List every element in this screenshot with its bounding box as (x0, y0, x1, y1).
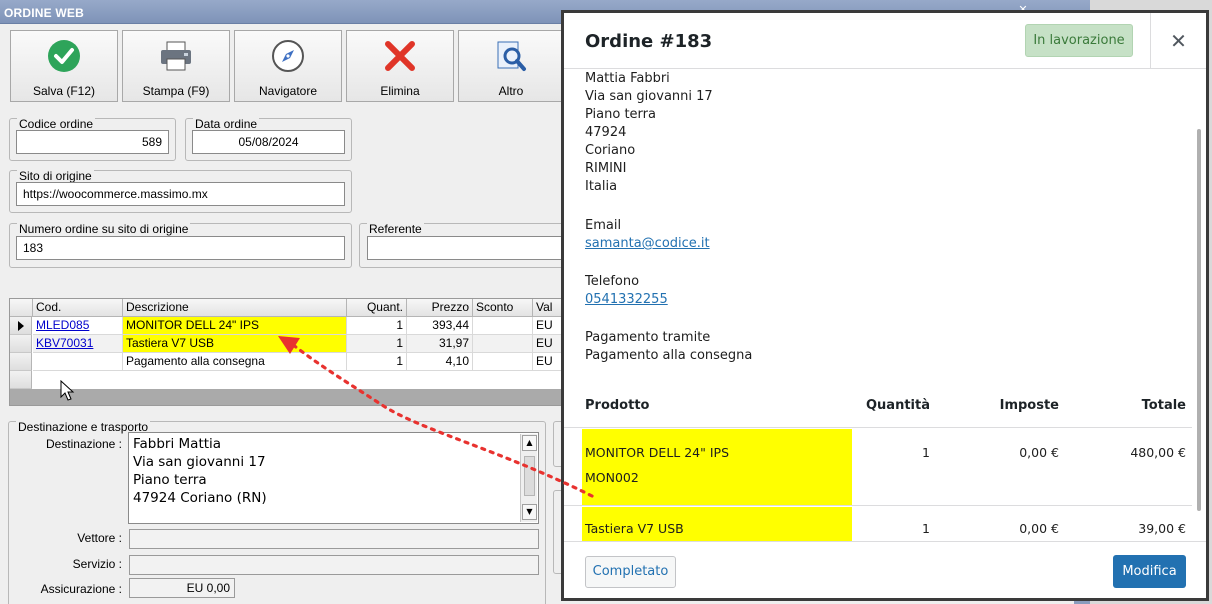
annotation-arrow (278, 336, 594, 498)
